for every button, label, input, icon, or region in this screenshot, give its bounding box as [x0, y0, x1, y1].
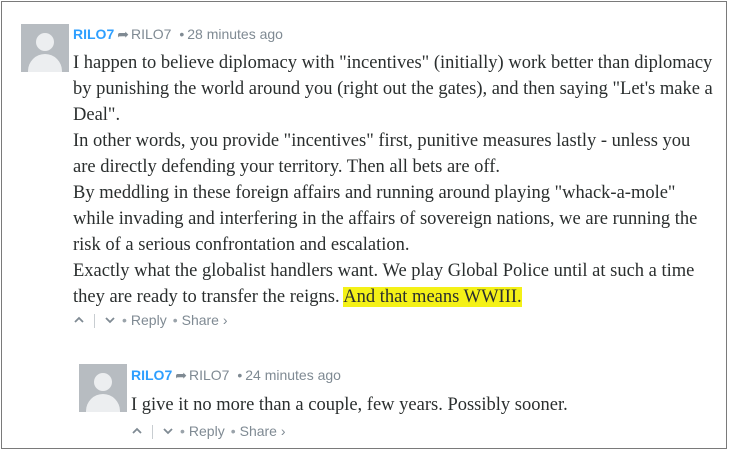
vote-divider	[152, 425, 153, 440]
timestamp-link[interactable]: 28 minutes ago	[187, 26, 283, 42]
username-link[interactable]: RILO7	[131, 367, 172, 383]
comment-paragraph: Exactly what the globalist handlers want…	[73, 258, 713, 310]
meta-separator: •	[179, 26, 185, 42]
comment: RILO7 ➦ RILO7 • 28 minutes ago I happen to …	[0, 0, 730, 340]
chevron-down-icon	[105, 317, 115, 324]
chevron-up-icon	[132, 427, 142, 434]
highlighted-text: And that means WWIII.	[343, 287, 522, 307]
chevron-up-icon	[74, 316, 84, 323]
reply-to-link[interactable]: RILO7	[131, 26, 171, 42]
comment-reply: RILO7 ➦ RILO7 • 24 minutes ago I give it no…	[0, 340, 730, 450]
reply-button[interactable]: Reply	[189, 423, 225, 439]
comment-paragraph: In other words, you provide "incentives"…	[73, 131, 691, 177]
action-separator: •	[122, 312, 127, 328]
comment-paragraph: By meddling in these foreign affairs and…	[73, 183, 698, 255]
timestamp-link[interactable]: 24 minutes ago	[245, 367, 341, 383]
chevron-down-icon	[163, 428, 173, 435]
comment-actions: • Reply • Share ›	[131, 423, 286, 440]
reply-button[interactable]: Reply	[131, 312, 167, 328]
reply-arrow-icon: ➦	[175, 367, 187, 383]
action-separator: •	[172, 312, 178, 328]
share-button[interactable]: Share ›	[182, 312, 228, 328]
comment-meta: RILO7 ➦ RILO7 • 24 minutes ago	[131, 367, 341, 384]
avatar[interactable]	[79, 364, 127, 412]
action-separator: •	[230, 423, 236, 439]
avatar[interactable]	[21, 24, 69, 72]
reply-to-link[interactable]: RILO7	[189, 367, 229, 383]
reply-arrow-icon: ➦	[117, 26, 129, 42]
comment-body: I give it no more than a couple, few yea…	[131, 392, 711, 418]
username-link[interactable]: RILO7	[73, 26, 114, 42]
vote-divider	[94, 314, 95, 329]
comment-paragraph: I give it no more than a couple, few yea…	[131, 395, 568, 415]
upvote-button[interactable]	[131, 425, 143, 439]
comment-body: I happen to believe diplomacy with "ince…	[73, 50, 713, 310]
comment-actions: • Reply • Share ›	[73, 312, 228, 329]
downvote-button[interactable]	[162, 425, 174, 439]
downvote-button[interactable]	[104, 314, 116, 328]
comment-paragraph: I happen to believe diplomacy with "ince…	[73, 53, 713, 125]
upvote-button[interactable]	[73, 314, 85, 328]
share-button[interactable]: Share ›	[240, 423, 286, 439]
meta-separator: •	[237, 367, 243, 383]
comment-meta: RILO7 ➦ RILO7 • 28 minutes ago	[73, 26, 283, 43]
action-separator: •	[180, 423, 185, 439]
